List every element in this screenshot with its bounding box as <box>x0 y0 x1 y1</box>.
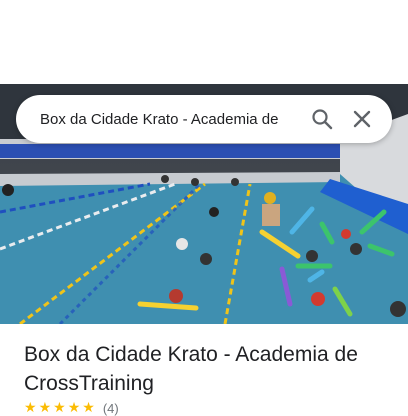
star-icon: ★ <box>82 400 95 416</box>
close-icon[interactable] <box>342 99 382 139</box>
star-icon: ★ <box>38 400 52 416</box>
star-icon: ★ <box>24 400 37 416</box>
star-icon: ★ <box>53 400 66 416</box>
bunting <box>0 144 340 158</box>
rating-row: ★ ★ ★ ★ ★ (4) <box>24 400 119 416</box>
star-icon: ★ <box>67 400 81 416</box>
search-icon[interactable] <box>302 99 342 139</box>
place-title[interactable]: Box da Cidade Krato - Academia de CrossT… <box>24 340 396 398</box>
top-blank-area <box>0 0 408 84</box>
search-input[interactable]: Box da Cidade Krato - Academia de <box>40 111 302 128</box>
search-bar[interactable]: Box da Cidade Krato - Academia de <box>16 95 392 143</box>
rating-count: (4) <box>102 400 119 416</box>
